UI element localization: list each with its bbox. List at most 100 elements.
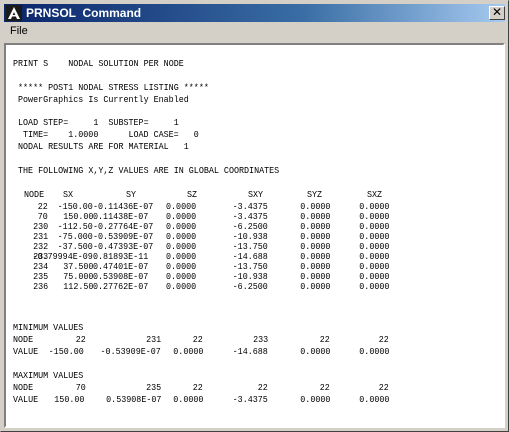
table-cell: 0.0000 (166, 272, 197, 282)
maximum-value-cell: 0.0000 (172, 395, 203, 405)
maximum-value-cell: 0.0000 (358, 395, 389, 405)
table-cell: -0.11436E-07 (93, 202, 154, 212)
column-header: SX (63, 190, 74, 200)
table-cell: -150.00 (57, 202, 93, 212)
menu-file[interactable]: File (10, 25, 28, 37)
prnsol-command-window: PRNSOL Command ✕ File PRINT S NODAL SOLU… (0, 0, 509, 432)
column-header: SXZ (367, 190, 383, 200)
table-cell: -0.27764E-07 (93, 222, 154, 232)
table-cell: -0.53909E-07 (93, 232, 154, 242)
minimum-value-label: VALUE (13, 347, 39, 357)
menu-bar: File (4, 23, 505, 42)
maximum-node-cell: 70 (75, 383, 86, 393)
time-line: TIME= 1.0000 LOAD CASE= 0 (23, 130, 199, 140)
minimum-value-cell: -0.53909E-07 (100, 347, 161, 357)
table-cell: 234 (32, 262, 48, 272)
print-line: PRINT S NODAL SOLUTION PER NODE (13, 59, 184, 69)
table-cell: 0.81893E-11 (93, 252, 149, 262)
table-cell: 0.0000 (299, 202, 330, 212)
listing-text-area[interactable]: PRINT S NODAL SOLUTION PER NODE ***** PO… (4, 43, 505, 428)
maximum-node-cell: 22 (192, 383, 203, 393)
table-cell: 230 (32, 222, 48, 232)
table-cell: -6.2500 (232, 222, 268, 232)
ansys-logo-icon (6, 5, 22, 21)
maximum-value-cell: -3.4375 (232, 395, 268, 405)
table-cell: 0.0000 (358, 272, 389, 282)
minimum-node-cell: 233 (252, 335, 268, 345)
maximum-node-cell: 22 (378, 383, 389, 393)
column-header: SXY (248, 190, 264, 200)
table-cell: 0.0000 (299, 272, 330, 282)
column-header: SZ (187, 190, 198, 200)
maximum-value-cell: 0.53908E-07 (105, 395, 161, 405)
minimum-node-label: NODE (13, 335, 34, 345)
title-bar[interactable]: PRNSOL Command ✕ (4, 4, 505, 22)
minimum-node-cell: 22 (75, 335, 86, 345)
listing-header: ***** POST1 NODAL STRESS LISTING ***** (18, 83, 209, 93)
table-cell: 0.11438E-07 (93, 212, 149, 222)
table-cell: -13.750 (232, 242, 268, 252)
powergraphics-line: PowerGraphics Is Currently Enabled (18, 95, 189, 105)
table-cell: -3.4375 (232, 202, 268, 212)
table-cell: 0.47401E-07 (93, 262, 149, 272)
table-cell: 0.0000 (166, 232, 197, 242)
maximum-node-cell: 235 (145, 383, 161, 393)
minimum-node-cell: 22 (378, 335, 389, 345)
table-cell: 0.0000 (299, 252, 330, 262)
table-cell: -6.2500 (232, 282, 268, 292)
table-cell: 37.500 (62, 262, 93, 272)
table-cell: 0.0000 (166, 252, 197, 262)
table-cell: 0.53908E-07 (93, 272, 149, 282)
coordinates-line: THE FOLLOWING X,Y,Z VALUES ARE IN GLOBAL… (18, 166, 280, 176)
maximum-node-label: NODE (13, 383, 34, 393)
table-cell: 0.0000 (358, 212, 389, 222)
table-cell: 235 (32, 272, 48, 282)
minimum-value-cell: -150.00 (48, 347, 84, 357)
table-cell: -10.938 (232, 232, 268, 242)
table-cell: -3.4375 (232, 212, 268, 222)
maximum-value-label: VALUE (13, 395, 39, 405)
close-icon: ✕ (491, 5, 503, 19)
table-cell: 150.00 (62, 212, 93, 222)
table-cell: 75.000 (62, 272, 93, 282)
table-cell: 70 (37, 212, 48, 222)
column-header: NODE (24, 190, 45, 200)
table-cell: 0.0000 (166, 202, 197, 212)
table-cell: 0.0000 (358, 242, 389, 252)
close-button[interactable]: ✕ (489, 6, 505, 20)
table-cell: 232 (32, 242, 48, 252)
minimum-value-cell: 0.0000 (358, 347, 389, 357)
table-cell: -37.500 (57, 242, 93, 252)
material-line: NODAL RESULTS ARE FOR MATERIAL 1 (18, 142, 189, 152)
table-cell: 0.0000 (166, 262, 197, 272)
minimum-node-cell: 22 (192, 335, 203, 345)
table-cell: 0.27762E-07 (93, 282, 149, 292)
table-cell: -0.79994E-09 (32, 252, 93, 262)
table-cell: -75.000 (57, 232, 93, 242)
window-title: PRNSOL Command (26, 6, 142, 20)
table-cell: 0.0000 (358, 262, 389, 272)
minimum-value-cell: 0.0000 (172, 347, 203, 357)
maximum-value-cell: 0.0000 (299, 395, 330, 405)
table-cell: 0.0000 (358, 232, 389, 242)
table-cell: -10.938 (232, 272, 268, 282)
column-header: SYZ (307, 190, 323, 200)
table-cell: 0.0000 (166, 212, 197, 222)
table-cell: 0.0000 (299, 242, 330, 252)
maximum-values-title: MAXIMUM VALUES (13, 371, 84, 381)
table-cell: 0.0000 (166, 222, 197, 232)
table-cell: 0.0000 (358, 202, 389, 212)
table-cell: 0.0000 (299, 262, 330, 272)
minimum-value-cell: -14.688 (232, 347, 268, 357)
table-cell: -13.750 (232, 262, 268, 272)
load-step-line: LOAD STEP= 1 SUBSTEP= 1 (18, 118, 179, 128)
maximum-value-cell: 150.00 (53, 395, 84, 405)
table-cell: -0.47393E-07 (93, 242, 154, 252)
table-cell: 0.0000 (358, 252, 389, 262)
table-cell: 22 (37, 202, 48, 212)
maximum-node-cell: 22 (257, 383, 268, 393)
table-cell: 0.0000 (299, 222, 330, 232)
minimum-node-cell: 231 (145, 335, 161, 345)
table-cell: 0.0000 (358, 282, 389, 292)
table-cell: 0.0000 (358, 222, 389, 232)
